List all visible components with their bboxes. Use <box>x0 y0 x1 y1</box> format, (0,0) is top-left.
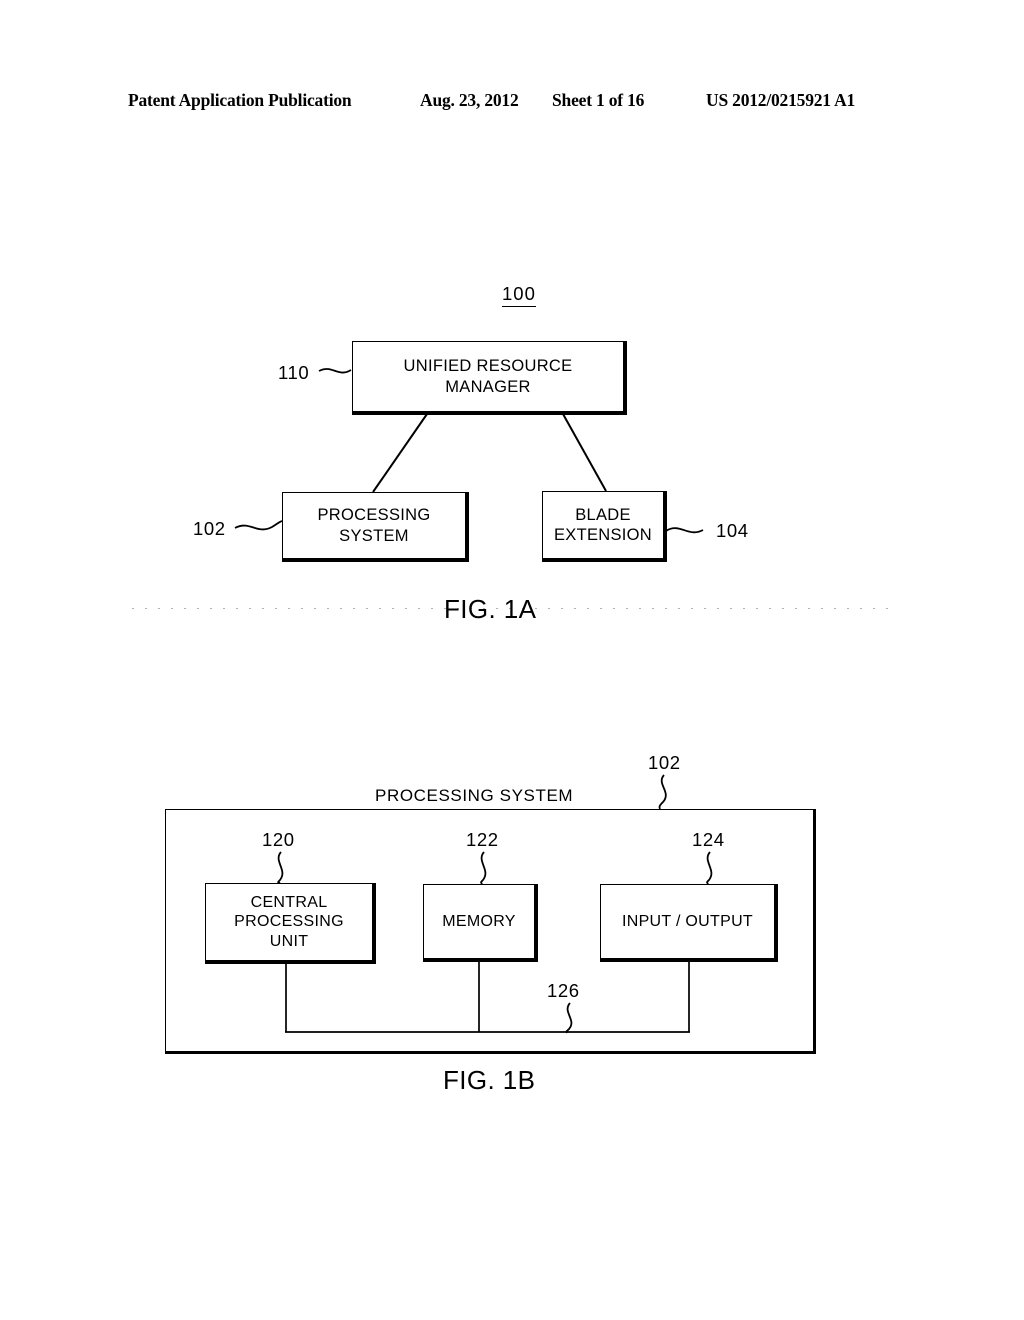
fig1a-node-processing-system: PROCESSING SYSTEM <box>282 492 469 562</box>
patent-figure-page: Patent Application Publication Aug. 23, … <box>0 0 1024 1320</box>
fig1b-memory-label: MEMORY <box>442 912 516 930</box>
fig1b-bus-and-leaders <box>277 774 713 1034</box>
fig1b-ref-120: 120 <box>262 829 295 850</box>
fig1b-cpu-label-line1: CENTRAL <box>250 893 328 911</box>
fig1a-ref-102: 102 <box>193 518 226 539</box>
fig1a-be-label-line2: EXTENSION <box>553 526 653 544</box>
fig1a-ps-label-line2: SYSTEM <box>339 526 409 545</box>
fig1b-node-central-processing-unit: CENTRAL PROCESSING UNIT <box>205 883 376 964</box>
fig1b-title: PROCESSING SYSTEM <box>375 786 574 805</box>
fig1a-urm-label-line1: UNIFIED RESOURCE <box>403 357 573 376</box>
page-header: Patent Application Publication Aug. 23, … <box>0 90 1024 114</box>
fig1b-cpu-label-line3: UNIT <box>269 932 309 950</box>
fig1a-node-blade-extension: BLADE EXTENSION <box>542 491 667 562</box>
fig1a-ref-104: 104 <box>716 520 749 541</box>
fig1b-cpu-label-line2: PROCESSING <box>234 913 344 931</box>
fig1b-node-input-output: INPUT / OUTPUT <box>600 884 778 962</box>
fig1b-caption: FIG. 1B <box>443 1065 536 1095</box>
fig1b-ref-124: 124 <box>692 829 725 850</box>
header-publication: Patent Application Publication <box>128 90 352 110</box>
header-sheet: Sheet 1 of 16 <box>552 90 645 110</box>
fig1a-caption: FIG. 1A <box>444 594 537 624</box>
fig1b-bus-ref-126: 126 <box>547 980 580 1001</box>
fig1a-system-ref-100: 100 <box>502 283 536 307</box>
header-patent-number: US 2012/0215921 A1 <box>706 90 856 110</box>
fig1a-ps-label-line1: PROCESSING <box>317 506 431 525</box>
fig1a-be-label-line1: BLADE <box>575 505 631 524</box>
fig1a-connectors <box>234 368 704 534</box>
fig1b-ref-122: 122 <box>466 829 499 850</box>
fig1a-node-unified-resource-manager: UNIFIED RESOURCE MANAGER <box>352 341 627 415</box>
fig1b-system-ref-102: 102 <box>648 752 681 773</box>
fig1a-urm-label-line2: MANAGER <box>445 377 531 396</box>
fig1a-ref-110: 110 <box>278 362 310 383</box>
fig1b-io-label: INPUT / OUTPUT <box>621 912 754 930</box>
fig1b-node-memory: MEMORY <box>423 884 538 962</box>
header-date: Aug. 23, 2012 <box>420 90 519 110</box>
